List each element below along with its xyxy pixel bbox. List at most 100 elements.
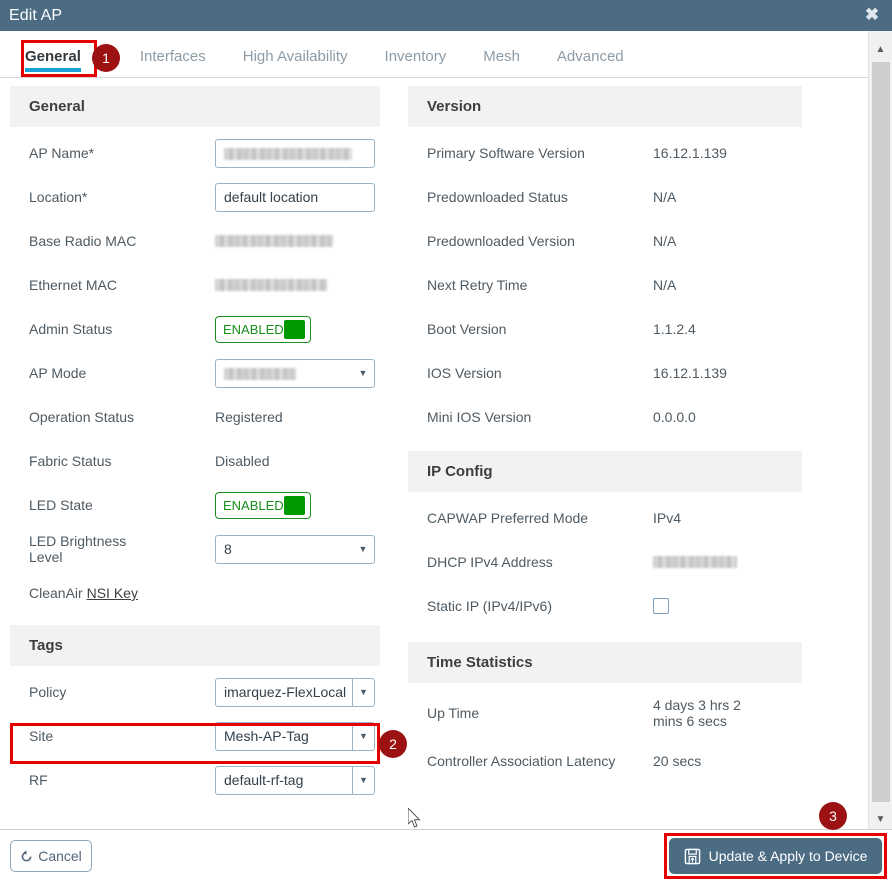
- tab-interfaces[interactable]: Interfaces: [140, 31, 206, 65]
- version-row: Boot Version 1.1.2.4: [408, 307, 802, 351]
- predownloaded-version-label: Predownloaded Version: [427, 233, 575, 249]
- field-rf-tag: RF default-rf-tag ▼: [10, 758, 380, 802]
- fabric-status-value: Disabled: [215, 453, 270, 469]
- field-ap-name: AP Name*: [10, 131, 380, 175]
- tags-section-header: Tags: [10, 625, 380, 666]
- dialog-footer: Cancel Update & Apply to Device: [0, 829, 892, 881]
- static-ip-label: Static IP (IPv4/IPv6): [427, 598, 553, 614]
- admin-status-toggle-label: ENABLED: [223, 321, 284, 337]
- field-location: Location* default location: [10, 175, 380, 219]
- admin-status-toggle[interactable]: ENABLED: [215, 315, 311, 343]
- time-statistics-card: Time Statistics Up Time 4 days 3 hrs 2 m…: [408, 642, 802, 783]
- ethernet-mac-redacted-value: [215, 279, 327, 291]
- general-section-header: General: [10, 86, 380, 127]
- version-row: Primary Software Version 16.12.1.139: [408, 131, 802, 175]
- tab-interfaces-label: Interfaces: [139, 48, 206, 65]
- field-capwap-preferred-mode: CAPWAP Preferred Mode IPv4: [408, 496, 802, 540]
- time-statistics-section-header: Time Statistics: [408, 642, 802, 683]
- tab-inventory[interactable]: Inventory: [385, 31, 447, 65]
- scrollbar-thumb[interactable]: [872, 62, 890, 802]
- field-controller-association-latency: Controller Association Latency 20 secs: [408, 739, 802, 783]
- ap-name-input[interactable]: [215, 138, 375, 168]
- tab-inventory-label: Inventory: [384, 48, 447, 65]
- controller-association-latency-label: Controller Association Latency: [427, 753, 616, 769]
- primary-software-version-label: Primary Software Version: [427, 145, 585, 161]
- capwap-preferred-mode-value: IPv4: [653, 510, 682, 526]
- general-card: General AP Name* Location* default locat…: [10, 86, 380, 615]
- led-brightness-level-label: LED Brightness Level: [29, 533, 127, 565]
- site-tag-label: Site: [29, 728, 54, 744]
- next-retry-time-value: N/A: [653, 277, 677, 293]
- site-tag-select[interactable]: Mesh-AP-Tag ▼: [215, 721, 375, 751]
- tab-high-availability-label: High Availability: [242, 48, 348, 65]
- tab-bar: General Interfaces High Availability Inv…: [0, 31, 868, 78]
- tab-general-label: General: [25, 48, 81, 65]
- led-state-toggle[interactable]: ENABLED: [215, 491, 311, 519]
- chevron-down-icon: ▼: [358, 368, 368, 378]
- edit-ap-dialog: Edit AP ✖ General Interfaces High Availa…: [0, 0, 892, 881]
- admin-status-label: Admin Status: [29, 321, 113, 337]
- version-section-header: Version: [408, 86, 802, 127]
- update-apply-to-device-label: Update & Apply to Device: [708, 848, 868, 864]
- rf-tag-label: RF: [29, 772, 48, 788]
- version-row: Predownloaded Status N/A: [408, 175, 802, 219]
- ios-version-label: IOS Version: [427, 365, 502, 381]
- chevron-down-icon: ▼: [358, 544, 368, 554]
- led-brightness-level-value: 8: [224, 541, 232, 557]
- tab-general[interactable]: General: [25, 31, 81, 72]
- up-time-value: 4 days 3 hrs 2 mins 6 secs: [653, 697, 741, 729]
- ap-mode-label: AP Mode: [29, 365, 87, 381]
- static-ip-checkbox[interactable]: [653, 598, 669, 614]
- field-admin-status: Admin Status ENABLED: [10, 307, 380, 351]
- policy-tag-select[interactable]: imarquez-FlexLocal ▼: [215, 677, 375, 707]
- mini-ios-version-value: 0.0.0.0: [653, 409, 696, 425]
- ip-config-card: IP Config CAPWAP Preferred Mode IPv4 DHC…: [408, 451, 802, 628]
- dhcp-ipv4-address-redacted-value: [653, 556, 737, 568]
- chevron-down-icon: ▼: [352, 678, 374, 706]
- field-fabric-status: Fabric Status Disabled: [10, 439, 380, 483]
- close-icon[interactable]: ✖: [863, 6, 881, 24]
- left-column: General AP Name* Location* default locat…: [10, 86, 380, 802]
- field-ap-mode: AP Mode ▼: [10, 351, 380, 395]
- ap-mode-value: [216, 365, 352, 381]
- vertical-scrollbar[interactable]: ▲ ▼: [868, 31, 892, 829]
- version-row: Next Retry Time N/A: [408, 263, 802, 307]
- tab-mesh[interactable]: Mesh: [483, 31, 520, 65]
- field-led-state: LED State ENABLED: [10, 483, 380, 527]
- led-brightness-level-select[interactable]: 8 ▼: [215, 534, 375, 564]
- dialog-title: Edit AP: [9, 6, 63, 24]
- dialog-titlebar: Edit AP ✖: [0, 0, 892, 31]
- callout-badge-2: 2: [379, 730, 407, 758]
- operation-status-label: Operation Status: [29, 409, 135, 425]
- base-radio-mac-redacted-value: [215, 235, 333, 247]
- cleanair-label: CleanAir NSI Key: [29, 585, 215, 601]
- led-state-toggle-knob: [283, 495, 305, 515]
- led-state-label: LED State: [29, 497, 93, 513]
- base-radio-mac-label: Base Radio MAC: [29, 233, 137, 249]
- chevron-down-icon: ▼: [352, 766, 374, 794]
- fabric-status-label: Fabric Status: [29, 453, 112, 469]
- scroll-up-icon[interactable]: ▲: [869, 39, 892, 59]
- tab-high-availability[interactable]: High Availability: [243, 31, 348, 65]
- boot-version-value: 1.1.2.4: [653, 321, 696, 337]
- right-column: Version Primary Software Version 16.12.1…: [408, 86, 802, 783]
- ap-mode-select[interactable]: ▼: [215, 358, 375, 388]
- version-row: Mini IOS Version 0.0.0.0: [408, 395, 802, 439]
- scroll-down-icon[interactable]: ▼: [869, 809, 892, 829]
- location-input[interactable]: default location: [215, 182, 375, 212]
- undo-icon: [20, 849, 33, 863]
- location-label: Location*: [29, 189, 88, 205]
- update-apply-to-device-button[interactable]: Update & Apply to Device: [669, 838, 882, 874]
- nsi-key-link[interactable]: NSI Key: [87, 585, 138, 601]
- rf-tag-value: default-rf-tag: [224, 772, 304, 788]
- tab-advanced[interactable]: Advanced: [557, 31, 624, 65]
- cancel-button-label: Cancel: [38, 848, 82, 864]
- cancel-button[interactable]: Cancel: [10, 840, 92, 872]
- rf-tag-select[interactable]: default-rf-tag ▼: [215, 765, 375, 795]
- ip-config-section-header: IP Config: [408, 451, 802, 492]
- tab-active-underline: [25, 68, 81, 72]
- field-cleanair: CleanAir NSI Key: [10, 571, 380, 615]
- cleanair-text: CleanAir: [29, 585, 87, 601]
- field-site-tag: Site Mesh-AP-Tag ▼: [10, 714, 380, 758]
- ap-name-redacted-value: [224, 147, 352, 160]
